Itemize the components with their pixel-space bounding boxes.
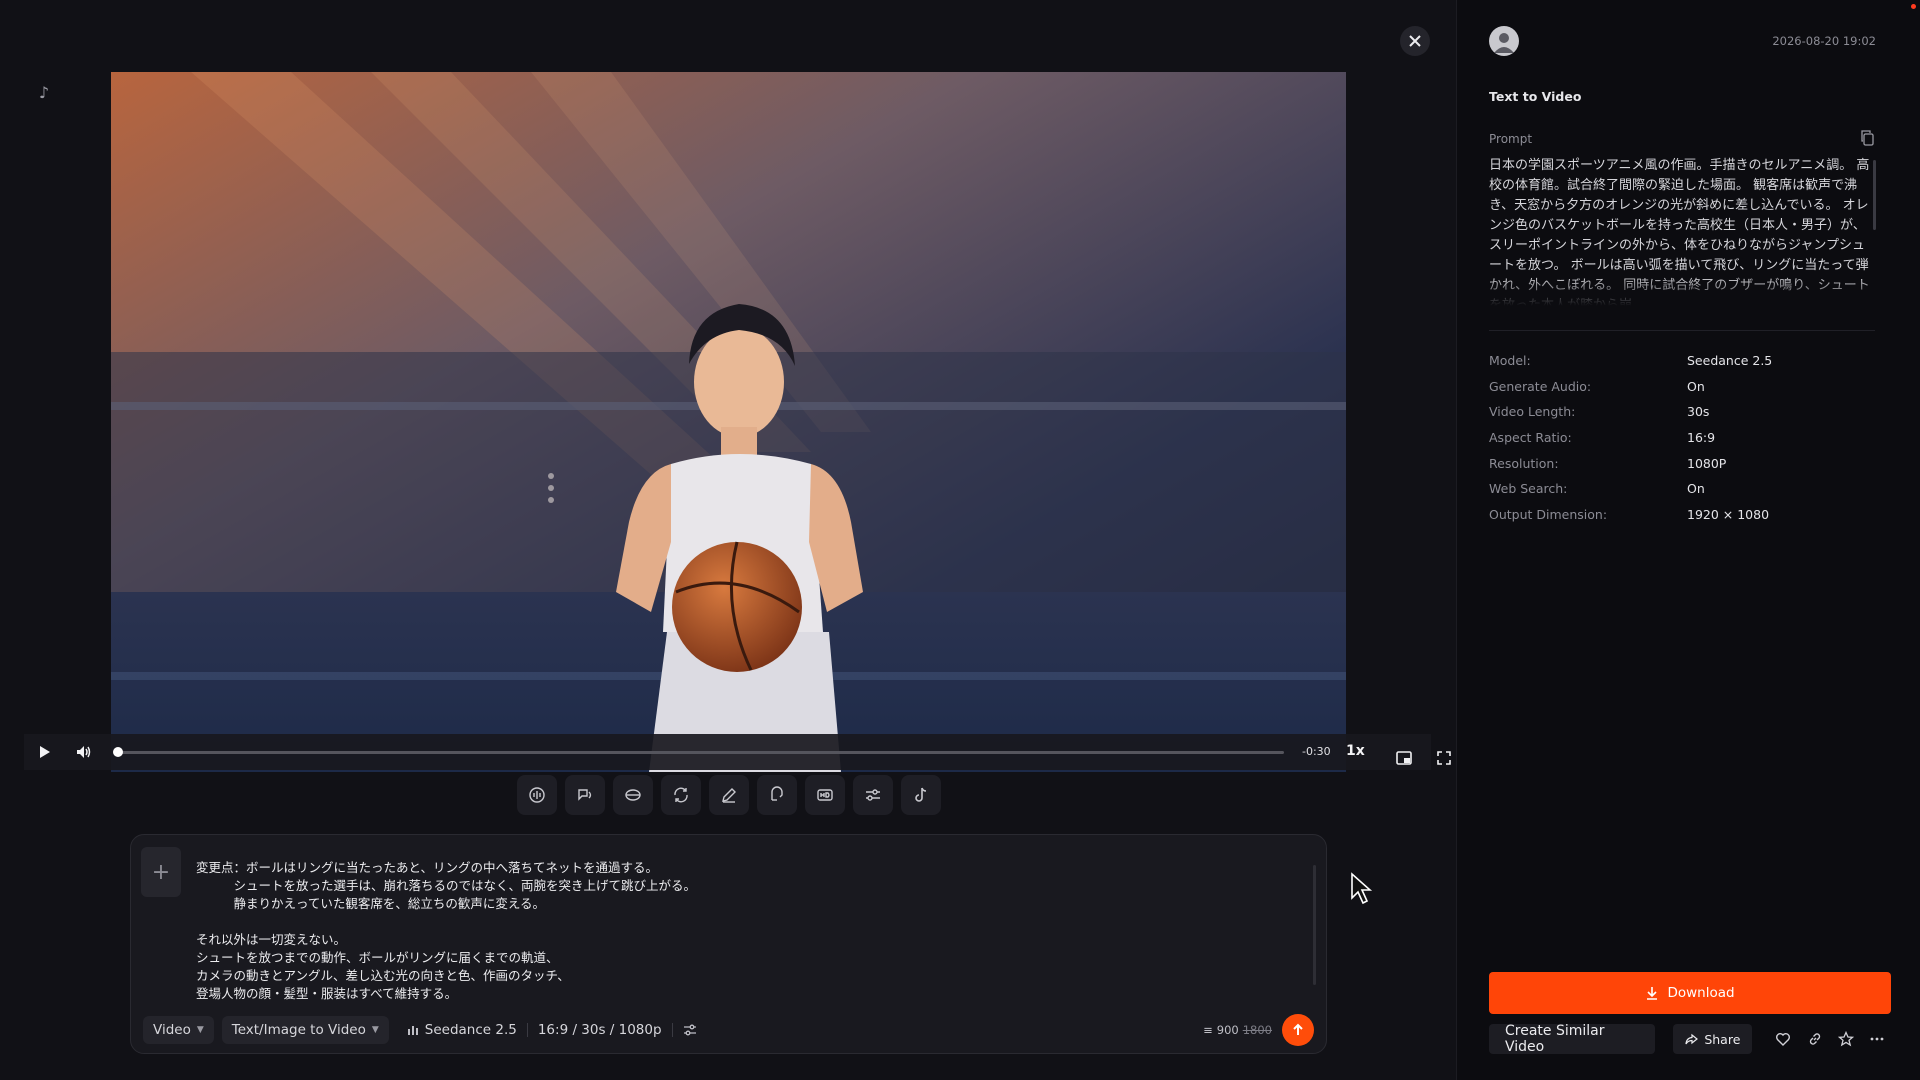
share-button[interactable]: Share	[1673, 1024, 1753, 1054]
spec-value: Seedance 2.5	[1687, 353, 1773, 369]
chevron-down-icon: ▼	[371, 1025, 379, 1035]
lip-sync-icon[interactable]	[565, 775, 605, 815]
volume-icon[interactable]	[64, 734, 104, 770]
spec-value: 1920 × 1080	[1687, 506, 1770, 522]
user-icon	[1494, 33, 1514, 53]
spec-row-generate-audio: Generate Audio: On	[1489, 374, 1875, 400]
spec-key: Resolution:	[1489, 455, 1559, 471]
star-icon[interactable]	[1832, 1024, 1860, 1054]
add-attachment-button[interactable]: +	[141, 847, 181, 897]
credits-icon: ≡	[1203, 1023, 1213, 1037]
created-timestamp: 2026-08-20 19:02	[1772, 34, 1876, 48]
secondary-actions: Create Similar Video Share	[1489, 1023, 1891, 1055]
composer-footer: Video ▼ Text/Image to Video ▼ Seedance 2…	[143, 1014, 1314, 1046]
generation-type-title: Text to Video	[1489, 89, 1582, 104]
send-button[interactable]	[1282, 1014, 1314, 1046]
spec-value: 16:9	[1687, 430, 1716, 446]
playback-rate-button[interactable]: 1x	[1346, 743, 1365, 759]
prompt-composer: + 変更点：ボールはリングに当たったあと、リングの中へ落ちてネットを通過する。 …	[130, 834, 1327, 1054]
generation-type-dropdown[interactable]: Text/Image to Video ▼	[221, 1016, 389, 1044]
generation-type-label: Text/Image to Video	[231, 1022, 366, 1038]
spec-key: Model:	[1489, 353, 1531, 369]
close-button[interactable]	[1400, 26, 1430, 56]
params-label: 16:9 / 30s / 1080p	[537, 1022, 662, 1038]
spec-key: Output Dimension:	[1489, 506, 1608, 522]
composer-textarea[interactable]: 変更点：ボールはリングに当たったあと、リングの中へ落ちてネットを通過する。 シュ…	[196, 859, 1256, 1003]
tiktok-icon[interactable]	[901, 775, 941, 815]
tiktok-note-icon[interactable]: ♪	[34, 82, 54, 102]
arrow-up-icon	[1293, 1023, 1303, 1035]
spec-row-output-dimension: Output Dimension: 1920 × 1080	[1489, 502, 1875, 528]
spec-value: On	[1687, 481, 1705, 497]
video-preview[interactable]	[111, 72, 1346, 772]
spec-row-aspect-ratio: Aspect Ratio: 16:9	[1489, 425, 1875, 451]
time-remaining: -0:30	[1302, 745, 1331, 758]
spec-value: 1080P	[1687, 455, 1727, 471]
model-icon	[407, 1026, 418, 1035]
link-icon[interactable]	[1801, 1024, 1829, 1054]
picture-in-picture-icon[interactable]	[1384, 740, 1424, 776]
video-tools-row	[517, 775, 941, 817]
spec-key: Aspect Ratio:	[1489, 430, 1572, 446]
mouse-cursor-icon	[1351, 872, 1373, 905]
spec-value: On	[1687, 378, 1705, 394]
spec-row-resolution: Resolution: 1080P	[1489, 450, 1875, 476]
heart-icon[interactable]	[1769, 1024, 1797, 1054]
divider	[1489, 330, 1875, 331]
video-viewer-pane: ♪ -0:30 1x + 変更点：ボールはリングに当たったあと、リングの中へ落ち…	[0, 0, 1456, 1080]
spec-row-video-length: Video Length: 30s	[1489, 399, 1875, 425]
prompt-label: Prompt	[1489, 132, 1533, 146]
spec-key: Web Search:	[1489, 481, 1568, 497]
play-icon[interactable]	[24, 734, 64, 770]
progress-knob[interactable]	[113, 747, 123, 757]
download-icon	[1647, 987, 1658, 1000]
lens-icon[interactable]	[613, 775, 653, 815]
params-selector[interactable]: 16:9 / 30s / 1080p	[528, 1022, 672, 1038]
create-similar-button[interactable]: Create Similar Video	[1489, 1023, 1656, 1055]
chevron-down-icon: ▼	[196, 1025, 204, 1035]
video-frame-illustration	[111, 72, 1346, 772]
details-panel: 2026-08-20 19:02 Text to Video Prompt 日本…	[1456, 0, 1920, 1080]
avatar[interactable]	[1489, 26, 1519, 56]
settings-sliders-icon[interactable]	[673, 1023, 707, 1037]
credits-value: 900	[1216, 1023, 1239, 1037]
spec-value: 30s	[1687, 404, 1710, 420]
model-selector[interactable]: Seedance 2.5	[397, 1022, 527, 1038]
adjust-sliders-icon[interactable]	[853, 775, 893, 815]
spec-key: Video Length:	[1489, 404, 1576, 420]
prompt-scrollbar[interactable]	[1873, 160, 1876, 230]
sound-effect-icon[interactable]	[517, 775, 557, 815]
download-button[interactable]: Download	[1489, 972, 1891, 1014]
spec-row-web-search: Web Search: On	[1489, 476, 1875, 502]
mode-dropdown[interactable]: Video ▼	[143, 1016, 214, 1044]
close-icon	[1409, 35, 1421, 47]
composer-scrollbar[interactable]	[1313, 865, 1316, 985]
more-options-icon[interactable]	[1863, 1024, 1891, 1054]
edit-pencil-icon[interactable]	[709, 775, 749, 815]
prompt-text: 日本の学園スポーツアニメ風の作画。手描きのセルアニメ調。 高校の体育館。試合終了…	[1489, 158, 1870, 306]
spec-key: Generate Audio:	[1489, 378, 1592, 394]
voice-icon[interactable]	[757, 775, 797, 815]
credits-original: 1800	[1242, 1023, 1272, 1037]
copy-icon[interactable]	[1860, 130, 1876, 146]
share-icon	[1685, 1033, 1699, 1044]
spec-row-model: Model: Seedance 2.5	[1489, 348, 1875, 374]
generation-specs: Model: Seedance 2.5 Generate Audio: On Vid…	[1489, 348, 1875, 527]
share-label: Share	[1704, 1031, 1741, 1047]
hd-upscale-icon[interactable]	[805, 775, 845, 815]
loop-icon[interactable]	[661, 775, 701, 815]
progress-track[interactable]	[116, 751, 1284, 754]
video-controls-bar: -0:30 1x	[24, 734, 1451, 770]
credit-cost: ≡ 900 1800	[1203, 1023, 1272, 1037]
download-label: Download	[1667, 985, 1735, 1001]
mode-label: Video	[153, 1022, 191, 1038]
notification-dot	[1911, 4, 1916, 9]
model-label: Seedance 2.5	[424, 1022, 517, 1038]
create-similar-label: Create Similar Video	[1505, 1023, 1605, 1055]
